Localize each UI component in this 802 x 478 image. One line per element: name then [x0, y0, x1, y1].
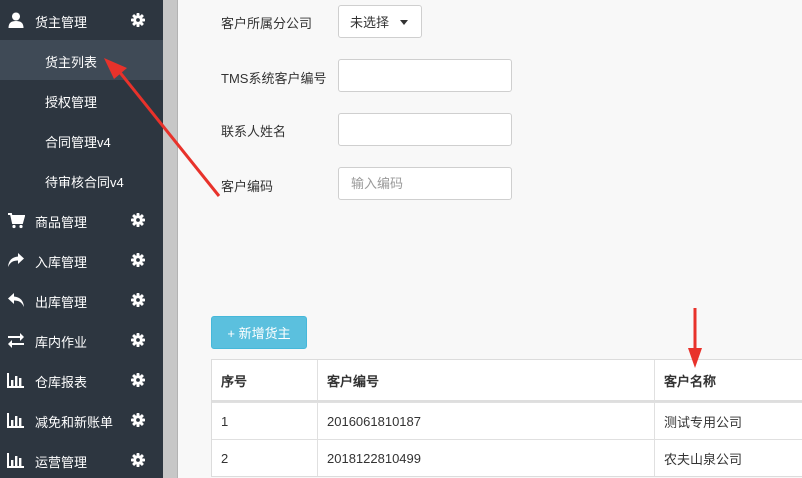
contact-name-input[interactable]: [338, 113, 512, 146]
sidebar-item-label: 入库管理: [35, 255, 88, 270]
sidebar-item-label: 运营管理: [35, 455, 88, 470]
gear-icon[interactable]: [131, 293, 145, 307]
sidebar-subitem-label: 合同管理v4: [45, 135, 111, 150]
gear-icon[interactable]: [131, 253, 145, 267]
gear-icon[interactable]: [131, 453, 145, 467]
cell-index: 2: [212, 440, 318, 476]
tms-code-input[interactable]: [338, 59, 512, 92]
cart-icon: [8, 213, 25, 229]
sidebar-item-warehouse-operations[interactable]: 库内作业: [0, 320, 163, 360]
company-label: 客户所属分公司: [221, 16, 313, 31]
user-icon: [8, 12, 24, 28]
main-content: 客户所属分公司 未选择 TMS系统客户编号 联系人姓名 客户编码 + 新增货主 …: [178, 0, 802, 478]
sidebar-subitem-label: 货主列表: [45, 55, 98, 70]
bar-chart-icon: [7, 413, 24, 428]
bar-chart-icon: [7, 453, 24, 468]
gear-icon[interactable]: [131, 13, 145, 27]
share-forward-icon: [8, 253, 24, 267]
sidebar-item-label: 减免和新账单: [35, 415, 114, 430]
gear-icon[interactable]: [131, 333, 145, 347]
customer-code-input[interactable]: [338, 167, 512, 200]
sidebar-item-label: 库内作业: [35, 335, 88, 350]
sidebar-item-outbound-management[interactable]: 出库管理: [0, 280, 163, 320]
tms-code-label: TMS系统客户编号: [221, 71, 327, 86]
table-row[interactable]: 2 2018122810499 农夫山泉公司: [212, 439, 802, 476]
sidebar-subitem-label: 待审核合同v4: [45, 175, 124, 190]
header-customer-name[interactable]: 客户名称: [655, 360, 802, 400]
sidebar-item-operations-management[interactable]: 运营管理: [0, 440, 163, 478]
sidebar-item-label: 出库管理: [35, 295, 88, 310]
reply-icon: [8, 293, 24, 307]
sidebar-item-label: 商品管理: [35, 215, 88, 230]
header-customer-code[interactable]: 客户编号: [318, 360, 655, 400]
contact-name-label: 联系人姓名: [221, 124, 287, 139]
caret-down-icon: [400, 20, 408, 25]
sidebar-item-label: 仓库报表: [35, 375, 88, 390]
sidebar-subitem-authorization[interactable]: 授权管理: [0, 80, 163, 120]
bar-chart-icon: [7, 373, 24, 388]
sidebar-splitter[interactable]: [163, 0, 178, 478]
sidebar-item-inbound-management[interactable]: 入库管理: [0, 240, 163, 280]
sidebar-item-goods-management[interactable]: 商品管理: [0, 200, 163, 240]
gear-icon[interactable]: [131, 373, 145, 387]
owner-table: 序号 客户编号 客户名称 1 2016061810187 测试专用公司 2 20…: [211, 359, 802, 477]
company-select[interactable]: 未选择: [338, 5, 422, 38]
sidebar-item-waiver-new-bills[interactable]: 减免和新账单: [0, 400, 163, 440]
header-index[interactable]: 序号: [212, 360, 318, 400]
table-row[interactable]: 1 2016061810187 测试专用公司: [212, 402, 802, 439]
gear-icon[interactable]: [131, 413, 145, 427]
sidebar: 货主管理 货主列表 授权管理 合同管理v4 待审核合同v4 商品管理 入库管理 …: [0, 0, 163, 478]
company-select-value: 未选择: [350, 15, 390, 30]
cell-index: 1: [212, 403, 318, 439]
cell-customer-name: 测试专用公司: [664, 414, 743, 430]
sidebar-subitem-owner-list[interactable]: 货主列表: [0, 40, 163, 80]
customer-code-label: 客户编码: [221, 179, 274, 194]
exchange-icon: [8, 333, 24, 348]
sidebar-item-owner-management[interactable]: 货主管理: [0, 0, 163, 40]
gear-icon[interactable]: [131, 213, 145, 227]
sidebar-item-warehouse-reports[interactable]: 仓库报表: [0, 360, 163, 400]
cell-customer-code: 2016061810187: [318, 403, 655, 439]
sidebar-subitem-label: 授权管理: [45, 95, 98, 110]
sidebar-subitem-pending-contract-v4[interactable]: 待审核合同v4: [0, 160, 163, 200]
add-owner-button[interactable]: + 新增货主: [211, 316, 307, 349]
cell-customer-code: 2018122810499: [318, 440, 655, 476]
cell-customer-name: 农夫山泉公司: [664, 451, 743, 467]
sidebar-subitem-contract-v4[interactable]: 合同管理v4: [0, 120, 163, 160]
table-header-row: 序号 客户编号 客户名称: [212, 360, 802, 402]
sidebar-item-label: 货主管理: [35, 15, 88, 30]
